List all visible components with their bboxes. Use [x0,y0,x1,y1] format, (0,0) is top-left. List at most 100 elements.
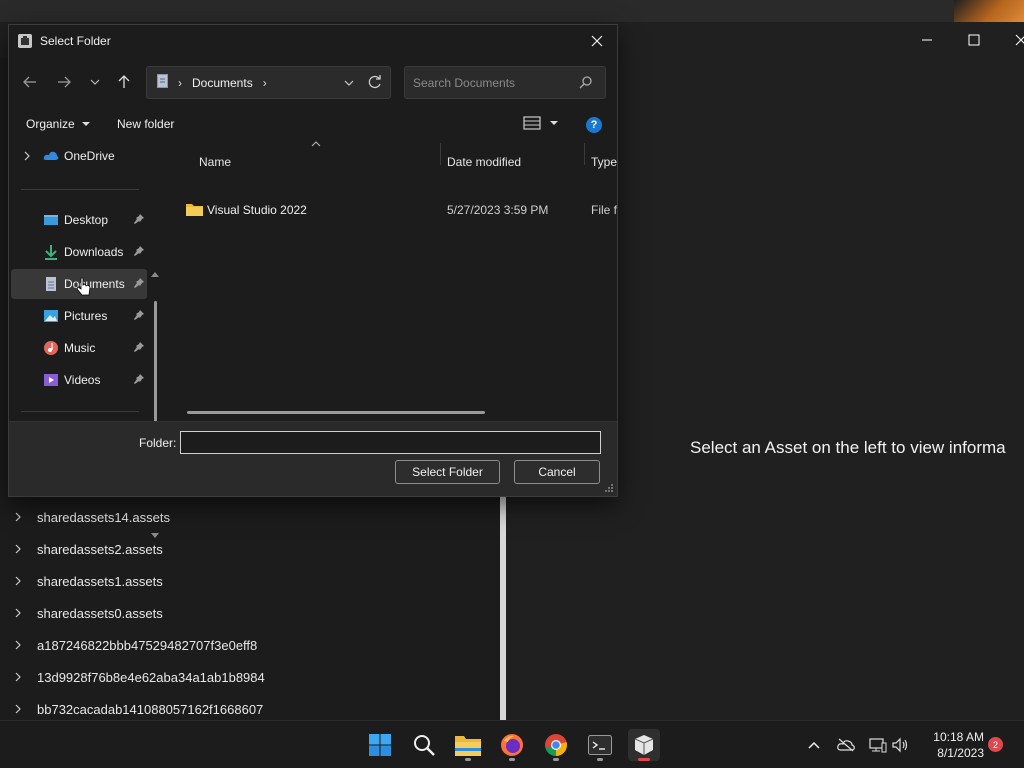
dialog-title-bar[interactable]: Select Folder [9,25,617,57]
search-icon [579,75,593,92]
desktop-wallpaper-accent [954,0,1024,22]
tree-item-label: 13d9928f76b8e4e62aba34a1ab1b8984 [37,669,265,685]
onedrive-tray-icon[interactable] [836,735,856,755]
select-folder-button[interactable]: Select Folder [395,460,500,484]
network-tray-icon[interactable] [868,735,888,755]
organize-button[interactable]: Organize [26,117,91,131]
column-divider[interactable] [440,143,441,165]
arrow-up-icon [118,75,130,88]
breadcrumb-separator[interactable]: › [178,76,182,90]
tree-item-label: sharedassets2.assets [37,541,163,557]
search-taskbar-button[interactable] [408,729,440,761]
running-indicator [465,758,471,761]
active-indicator [638,758,650,761]
caret-down-icon [81,122,90,126]
back-button[interactable] [17,69,43,95]
network-icon [869,738,887,753]
download-icon [45,245,57,260]
chevron-right-icon [24,151,30,161]
nav-item-documents[interactable]: Documents [11,269,147,299]
column-header-type[interactable]: Type [591,141,617,183]
search-icon [414,735,435,756]
up-button[interactable] [111,69,137,95]
new-folder-label: New folder [117,117,175,131]
nav-item-label: Music [64,341,96,355]
horizontal-scrollbar-thumb[interactable] [187,411,485,414]
tree-item[interactable]: a187246822bbb47529482707f3e0eff8 [0,629,500,661]
nav-item-label: Videos [64,373,101,387]
search-box[interactable] [404,66,606,99]
refresh-icon [368,75,381,89]
chevron-right-icon [15,608,21,618]
folder-icon [186,204,203,216]
breadcrumb-separator[interactable]: › [263,76,267,90]
file-list-pane: Name Date modified Type Visual Studio 20… [169,141,617,421]
tree-item[interactable]: sharedassets14.assets [0,501,500,533]
chevron-down-icon [344,80,354,86]
file-explorer-taskbar-button[interactable] [452,729,484,761]
column-header-date-modified[interactable]: Date modified [447,141,521,183]
file-row[interactable]: Visual Studio 2022 5/27/2023 3:59 PM Fil… [169,199,617,221]
new-folder-button[interactable]: New folder [117,117,174,131]
minimize-button[interactable] [904,22,950,58]
dialog-close-button[interactable] [583,27,611,55]
nav-item-downloads[interactable]: Downloads [11,237,147,267]
tree-item-label: bb732cacadab141088057162f1668607 [37,701,264,717]
nav-separator [21,411,139,412]
close-app-button[interactable] [998,22,1024,58]
breadcrumb-documents[interactable]: Documents [192,76,253,90]
windows-logo-icon [369,734,391,756]
refresh-button[interactable] [366,73,384,94]
nav-item-music[interactable]: Music [11,333,147,363]
navigation-bar: › Documents › [9,65,617,101]
maximize-button[interactable] [951,22,997,58]
dialog-title: Select Folder [40,34,111,48]
clock-time: 10:18 AM [933,730,984,744]
help-button[interactable]: ? [586,117,602,133]
command-bar: Organize New folder ? [9,113,617,139]
search-input[interactable] [413,75,573,90]
tree-item-label: a187246822bbb47529482707f3e0eff8 [37,637,258,653]
tree-item[interactable]: sharedassets1.assets [0,565,500,597]
resize-grip-icon[interactable] [604,483,614,493]
asset-app-taskbar-button[interactable] [628,729,660,761]
caret-down-icon [550,121,558,125]
tree-item[interactable]: sharedassets0.assets [0,597,500,629]
nav-item-onedrive[interactable]: OneDrive [11,141,147,171]
mouse-cursor-icon [77,277,91,296]
recent-locations-button[interactable] [82,69,108,95]
folder-name-input[interactable] [180,431,601,454]
arrow-right-icon [58,76,71,88]
column-divider[interactable] [584,143,585,165]
chrome-taskbar-button[interactable] [540,729,572,761]
scroll-down-arrow-icon [151,533,159,538]
running-indicator [553,758,559,761]
clock-date: 8/1/2023 [937,746,984,760]
chevron-right-icon [15,544,21,554]
address-bar[interactable]: › Documents › [146,66,391,99]
start-button[interactable] [364,729,396,761]
column-header-name[interactable]: Name [199,141,231,183]
pin-icon [134,374,144,384]
change-view-button[interactable] [523,115,559,131]
tree-item[interactable]: 13d9928f76b8e4e62aba34a1ab1b8984 [0,661,500,693]
volume-tray-icon[interactable] [891,735,911,755]
cancel-button[interactable]: Cancel [514,460,600,484]
nav-item-desktop[interactable]: Desktop [11,205,147,235]
file-name: Visual Studio 2022 [207,203,307,217]
notification-badge[interactable]: 2 [988,737,1003,752]
forward-button[interactable] [51,69,77,95]
system-clock[interactable]: 10:18 AM 8/1/2023 [920,729,984,761]
nav-item-videos[interactable]: Videos [11,365,147,395]
show-hidden-icons-button[interactable] [804,735,824,755]
nav-item-pictures[interactable]: Pictures [11,301,147,331]
terminal-taskbar-button[interactable] [584,729,616,761]
document-icon [157,74,168,91]
chevron-up-icon [808,741,820,749]
firefox-icon [501,734,523,756]
tree-item[interactable]: sharedassets2.assets [0,533,500,565]
address-dropdown-button[interactable] [344,76,354,90]
close-icon [591,35,603,47]
firefox-taskbar-button[interactable] [496,729,528,761]
nav-item-label: Downloads [64,245,124,259]
